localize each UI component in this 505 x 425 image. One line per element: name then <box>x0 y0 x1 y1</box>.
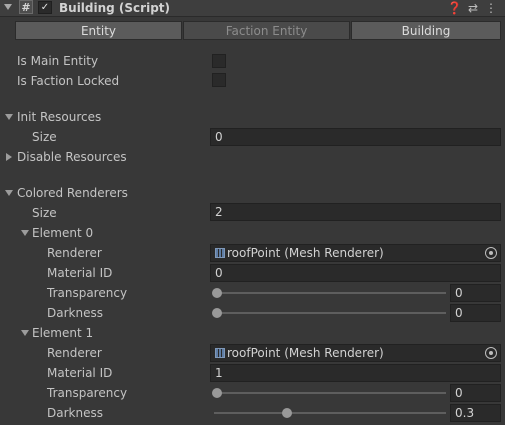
disable-resources-foldout-icon[interactable] <box>6 153 12 161</box>
tab-bar: Entity Faction Entity Building <box>15 21 501 41</box>
element-0-darkness-slider-thumb[interactable] <box>212 308 222 318</box>
element-1-renderer-field[interactable]: roofPoint (Mesh Renderer) <box>210 344 501 362</box>
element-0-renderer-value: roofPoint (Mesh Renderer) <box>227 246 384 260</box>
object-picker-icon[interactable] <box>485 247 497 259</box>
colored-renderers-size-field[interactable]: 2 <box>210 203 501 221</box>
preset-icon[interactable]: ⇄ <box>466 0 480 16</box>
element-0-foldout-icon[interactable] <box>21 230 29 236</box>
element-1-transparency-slider[interactable] <box>214 392 446 394</box>
init-resources-label[interactable]: Init Resources <box>17 107 101 127</box>
element-1-darkness-slider-thumb[interactable] <box>281 408 292 418</box>
init-resources-size-label: Size <box>32 130 57 144</box>
is-main-entity-label: Is Main Entity <box>17 54 99 68</box>
mesh-renderer-icon <box>215 248 225 258</box>
element-1-transparency-label: Transparency <box>47 386 128 400</box>
mesh-renderer-icon <box>215 348 225 358</box>
element-1-material-label: Material ID <box>47 366 113 380</box>
component-header: # ✓ Building (Script) ❓ ⇄ ⋮ <box>0 0 505 17</box>
element-0-renderer-label: Renderer <box>47 246 102 260</box>
element-0-transparency-slider[interactable] <box>214 292 446 294</box>
element-1-renderer-value: roofPoint (Mesh Renderer) <box>227 346 384 360</box>
tab-entity[interactable]: Entity <box>15 21 182 40</box>
tab-faction-entity[interactable]: Faction Entity <box>183 21 350 40</box>
init-resources-size-field[interactable]: 0 <box>210 128 501 146</box>
colored-renderers-label[interactable]: Colored Renderers <box>17 183 128 203</box>
element-0-material-label: Material ID <box>47 266 113 280</box>
element-0-material-field[interactable]: 0 <box>210 264 501 282</box>
help-icon[interactable]: ❓ <box>447 0 462 16</box>
element-1-darkness-field[interactable]: 0.3 <box>450 404 501 422</box>
element-0-darkness-label: Darkness <box>47 306 103 320</box>
collapse-arrow-icon[interactable] <box>4 4 12 10</box>
more-menu-icon[interactable]: ⋮ <box>484 0 498 16</box>
element-0-darkness-slider[interactable] <box>214 312 446 314</box>
component-title: Building (Script) <box>59 1 171 15</box>
element-0-transparency-label: Transparency <box>47 286 128 300</box>
disable-resources-label[interactable]: Disable Resources <box>17 147 127 167</box>
element-1-label[interactable]: Element 1 <box>32 323 93 343</box>
element-1-darkness-label: Darkness <box>47 406 103 420</box>
element-1-foldout-icon[interactable] <box>21 330 29 336</box>
object-picker-icon[interactable] <box>485 347 497 359</box>
element-1-material-field[interactable]: 1 <box>210 364 501 382</box>
element-1-transparency-slider-thumb[interactable] <box>212 388 222 398</box>
element-0-darkness-field[interactable]: 0 <box>450 304 501 322</box>
is-faction-locked-label: Is Faction Locked <box>17 74 120 88</box>
init-resources-foldout-icon[interactable] <box>5 114 13 120</box>
element-0-label[interactable]: Element 0 <box>32 223 93 243</box>
tab-building[interactable]: Building <box>351 21 501 40</box>
element-1-transparency-field[interactable]: 0 <box>450 384 501 402</box>
element-0-transparency-field[interactable]: 0 <box>450 284 501 302</box>
script-icon: # <box>19 0 33 14</box>
is-faction-locked-toggle[interactable] <box>212 73 226 87</box>
colored-renderers-size-label: Size <box>32 206 57 220</box>
colored-renderers-foldout-icon[interactable] <box>5 190 13 196</box>
element-0-renderer-field[interactable]: roofPoint (Mesh Renderer) <box>210 244 501 262</box>
element-1-darkness-slider[interactable] <box>214 412 446 414</box>
is-main-entity-toggle[interactable] <box>212 54 226 68</box>
element-1-renderer-label: Renderer <box>47 346 102 360</box>
element-0-transparency-slider-thumb[interactable] <box>212 288 222 298</box>
enabled-checkbox[interactable]: ✓ <box>38 1 52 14</box>
